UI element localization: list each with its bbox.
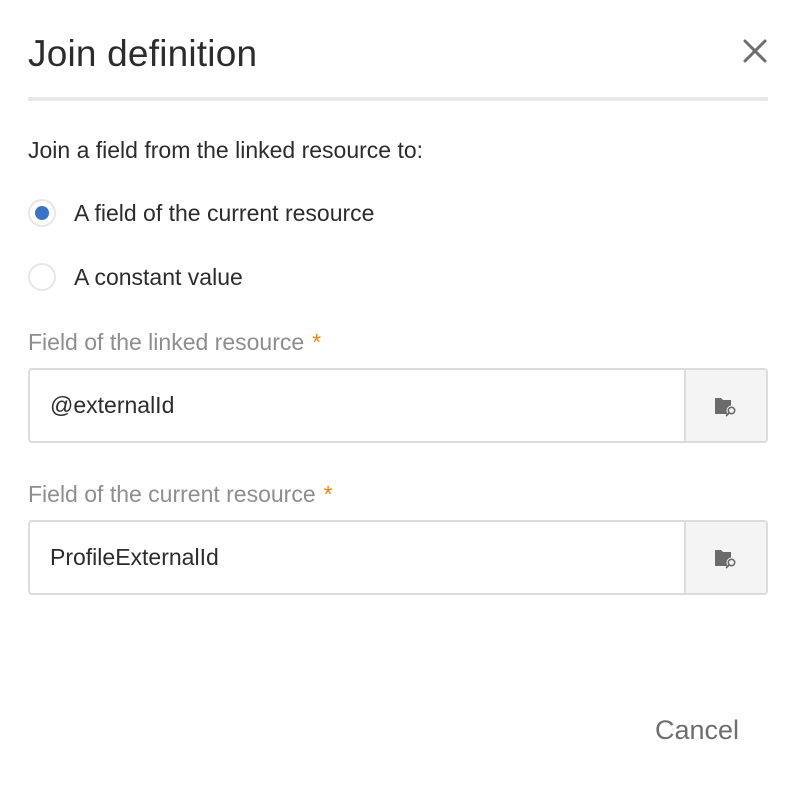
radio-button-checked[interactable] bbox=[28, 199, 56, 227]
radio-button-unchecked[interactable] bbox=[28, 263, 56, 291]
close-icon bbox=[743, 39, 767, 63]
required-asterisk: * bbox=[323, 481, 333, 507]
field-label-text: Field of the current resource bbox=[28, 481, 316, 507]
current-resource-field-input[interactable]: ProfileExternalId bbox=[30, 522, 684, 593]
field-label-text: Field of the linked resource bbox=[28, 329, 305, 355]
header-divider bbox=[28, 97, 768, 101]
folder-search-icon bbox=[715, 397, 737, 416]
required-asterisk: * bbox=[312, 329, 322, 355]
linked-resource-field-label: Field of the linked resource * bbox=[28, 328, 321, 356]
radio-label: A constant value bbox=[74, 264, 243, 290]
dialog-title: Join definition bbox=[28, 33, 258, 74]
radio-label: A field of the current resource bbox=[74, 200, 375, 226]
close-button[interactable] bbox=[740, 36, 770, 66]
linked-resource-field-picker-button[interactable] bbox=[684, 370, 766, 441]
linked-resource-field-input[interactable]: @externalId bbox=[30, 370, 684, 441]
radio-option-constant-value[interactable]: A constant value bbox=[28, 261, 243, 293]
folder-search-icon bbox=[715, 549, 737, 568]
join-prompt: Join a field from the linked resource to… bbox=[28, 137, 424, 163]
linked-resource-field-input-group: @externalId bbox=[28, 368, 768, 443]
radio-option-current-resource-field[interactable]: A field of the current resource bbox=[28, 197, 374, 229]
current-resource-field-label: Field of the current resource * bbox=[28, 480, 333, 508]
cancel-button[interactable]: Cancel bbox=[655, 714, 739, 746]
current-resource-field-input-group: ProfileExternalId bbox=[28, 520, 768, 595]
join-definition-dialog: Join definition Join a field from the li… bbox=[0, 0, 790, 790]
current-resource-field-picker-button[interactable] bbox=[684, 522, 766, 593]
